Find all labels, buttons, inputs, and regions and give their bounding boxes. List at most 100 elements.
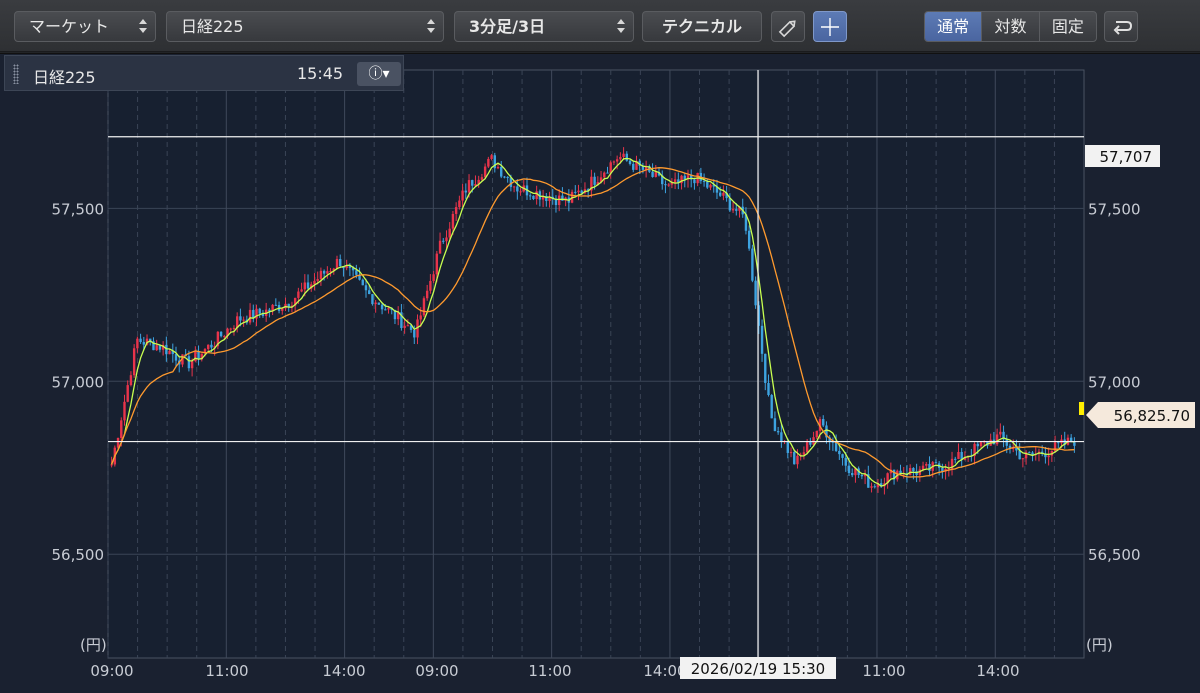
candle-body [767,382,770,396]
candle-body [512,186,516,188]
candle-body [422,298,426,316]
candle-body [1028,452,1031,454]
candle-body [142,342,146,345]
candle-body [335,259,339,269]
candle-body [957,451,960,459]
candle-body [123,401,126,421]
candle-body [454,207,458,214]
candle-body [248,309,252,323]
drag-grip-icon[interactable] [13,64,19,84]
candle-body [445,237,448,242]
candle-body [503,176,506,178]
candle-body [368,290,371,295]
candle-body [190,361,194,369]
candle-body [557,195,561,206]
candle-body [780,432,783,442]
candle-body [300,289,303,292]
candle-body [954,458,957,460]
candle-body [380,304,384,310]
candle-body [664,184,667,186]
candle-body [506,176,509,178]
candle-body [374,302,377,305]
candle-body [532,195,535,199]
candle-body [232,327,236,329]
candle-body [377,302,381,305]
y-axis-left: 57,500 57,000 56,500 [52,200,105,564]
crosshair-price-label: 57,707 [1085,145,1160,167]
candle-body [210,344,213,348]
x-tick: 09:00 [90,662,133,680]
candle-body [326,271,329,274]
candle-body [760,325,764,354]
candle-body [239,316,242,321]
candle-body [812,437,815,445]
plot-frame [107,69,1085,659]
last-price-marker [1079,402,1084,415]
candle-body [822,419,825,426]
candle-body [979,442,983,447]
candle-body [786,440,790,453]
candle-body [316,279,319,281]
candle-body [406,325,410,327]
candle-body [461,190,464,201]
x-tick: 11:00 [862,662,905,680]
candle-body [908,468,912,475]
candle-body [751,248,754,281]
candle-body [1057,442,1060,444]
candle-body [419,315,422,320]
candle-body [303,282,307,290]
candle-body [387,308,390,310]
candle-body [764,353,767,383]
candle-body [873,486,876,488]
candle-body [735,209,738,211]
candle-body [1031,452,1034,455]
y-unit-right: (円) [1086,636,1113,654]
candle-body [776,431,780,433]
candle-body [632,163,635,170]
candle-body [995,434,999,445]
crosshair-time-label: 2026/02/19 15:30 [680,657,836,679]
candle-body [683,175,686,180]
candle-body [306,282,310,289]
crosshair-time: 2026/02/19 15:30 [691,660,825,678]
candle-body [847,465,851,473]
last-price: 56,825.70 [1114,407,1190,425]
candle-body [322,270,326,274]
candle-body [834,442,838,451]
candle-body [483,166,487,178]
candle-body [429,280,432,291]
candle-body [355,270,358,275]
candle-body [496,166,500,169]
candle-body [844,457,847,466]
info-panel[interactable]: 日経225 15:45 ⓘ▾ [4,55,404,91]
candle-body [464,190,468,193]
candle-body [120,420,123,438]
candle-body [139,338,142,343]
candle-body [435,253,439,275]
info-time: 15:45 [297,64,344,83]
candle-body [619,157,622,160]
info-symbol: 日経225 [33,68,96,87]
candle-body [129,375,133,386]
candle-body [838,450,841,455]
candle-body [425,290,429,299]
info-dropdown-icon[interactable]: ⓘ▾ [357,62,401,86]
x-tick: 14:00 [976,662,1019,680]
candle-body [912,468,915,472]
x-tick: 09:00 [415,662,458,680]
candle-body [313,280,316,285]
candle-body [480,177,484,180]
candle-body [789,452,793,454]
y-axis-right: 57,500 57,000 56,500 [1088,200,1141,564]
candle-body [841,454,844,458]
candle-body [219,331,223,337]
y-tick-right: 57,500 [1088,200,1141,218]
candle-body [728,198,732,211]
candle-body [361,279,364,286]
candle-body [603,172,606,178]
price-chart[interactable]: 57,500 57,000 56,500 57,500 57,000 56,500 09… [0,0,1200,693]
candle-body [1005,439,1008,446]
candle-body [110,464,113,466]
candle-body [519,191,522,193]
candle-body [413,329,416,338]
